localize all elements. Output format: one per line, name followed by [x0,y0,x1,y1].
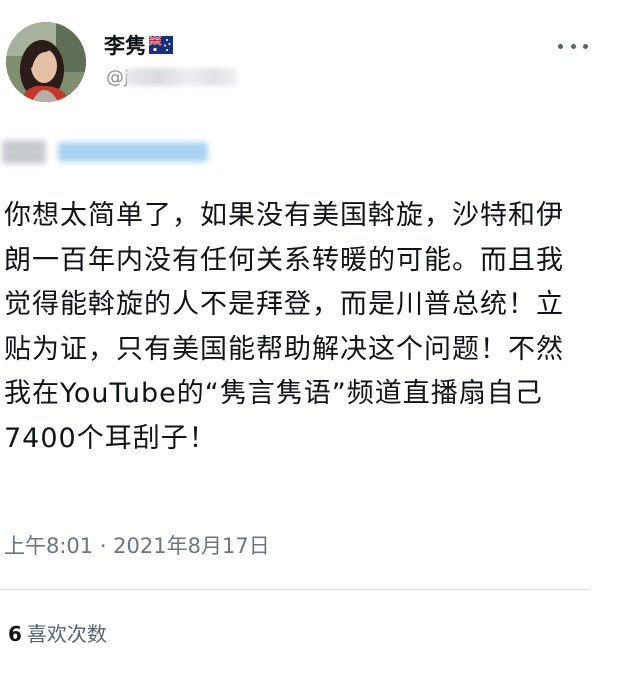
more-dot-icon [558,43,563,49]
avatar[interactable] [6,22,86,102]
tweet-card: 李隽 @j 你想太简单了，如果没有美国斡旋，沙特和伊 朗一百年内没有任何关系转暖… [0,0,617,680]
likes-label: 喜欢次数 [26,622,107,646]
australia-flag-icon [149,36,173,54]
tweet-text-line: 觉得能斡旋的人不是拜登，而是川普总统！立 [4,289,564,320]
more-dot-icon [583,43,588,49]
tweet-text-line: 我在YouTube的“隽言隽语”频道直播扇自己 [4,378,543,409]
tweet-text-line: 贴为证，只有美国能帮助解决这个问题！不然 [4,333,564,365]
tweet-text: 你想太简单了，如果没有美国斡旋，沙特和伊 朗一百年内没有任何关系转暖的可能。而且… [4,194,604,461]
handle-redaction [126,68,238,86]
tweet-text-line: 7400个耳刮子！ [4,422,217,454]
tweet-text-line: 朗一百年内没有任何关系转暖的可能。而且我 [4,244,564,276]
author-handle[interactable]: @j [106,64,238,90]
likes-count-link[interactable]: 6 喜欢次数 [8,618,107,647]
tweet-timestamp[interactable]: 上午8:01 · 2021年8月17日 [4,530,270,560]
more-options-button[interactable] [558,40,588,52]
author-name-text: 李隽 [104,34,146,58]
more-dot-icon [570,43,576,49]
reply-context-redacted [2,138,212,166]
reply-redaction-gray [2,140,46,164]
likes-count: 6 [8,622,22,646]
reply-redaction-link[interactable] [58,142,208,162]
author-display-name[interactable]: 李隽 [104,30,173,60]
tweet-text-line: 你想太简单了，如果没有美国斡旋，沙特和伊 [4,200,564,231]
divider [0,589,590,590]
avatar-photo [6,22,86,102]
